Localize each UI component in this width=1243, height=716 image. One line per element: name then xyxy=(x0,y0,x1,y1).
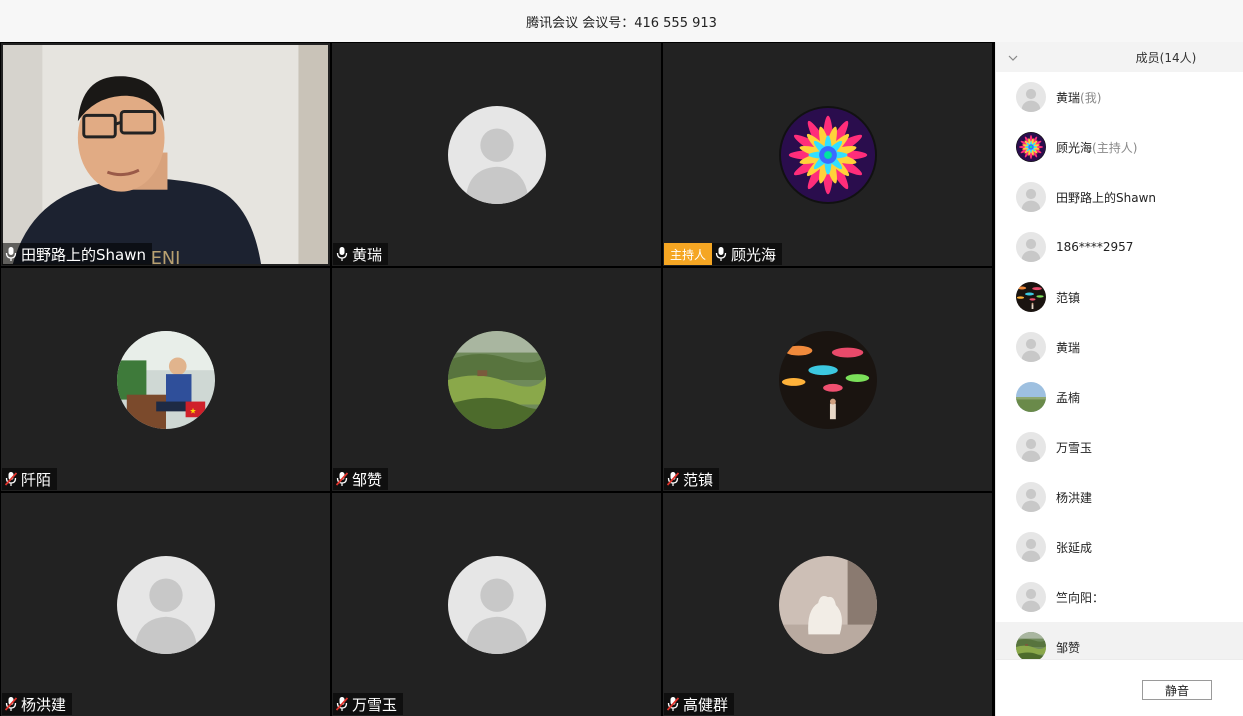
member-list-item[interactable]: 顾光海 (主持人) xyxy=(996,122,1243,172)
member-list: 黄瑞 (我) 顾光海 (主持人) 田野路上的Shawn 186****2957 范镇… xyxy=(996,72,1243,662)
participant-name: 阡陌 xyxy=(21,470,52,489)
landscape-avatar xyxy=(447,330,546,429)
members-panel-header[interactable]: 成员(14人) xyxy=(996,42,1243,72)
member-role-suffix: (我) xyxy=(1080,90,1102,105)
mic-muted-icon xyxy=(336,697,348,711)
svg-text:ENI: ENI xyxy=(151,249,181,264)
landscape-avatar xyxy=(1016,632,1046,662)
video-tile-fanzhen[interactable]: 范镇 xyxy=(663,268,992,491)
video-tile-wanxueyu[interactable]: 万雪玉 xyxy=(332,493,661,716)
member-list-item[interactable]: 田野路上的Shawn xyxy=(996,172,1243,222)
member-list-item[interactable]: 万雪玉 xyxy=(996,422,1243,472)
member-name: 竺向阳： xyxy=(1056,590,1105,605)
default-avatar-icon xyxy=(447,555,546,654)
video-tile-shawn[interactable]: ENI 田野路上的Shawn xyxy=(1,43,330,266)
members-panel-title: 成员(14人) xyxy=(1135,50,1197,65)
window-title-bar: 腾讯会议 会议号：416 555 913 xyxy=(0,0,1243,43)
participant-name: 高健群 xyxy=(683,695,729,714)
participant-name: 邹赞 xyxy=(352,470,383,489)
participant-name-tag: 万雪玉 xyxy=(333,693,404,715)
umbrella-avatar xyxy=(778,330,877,429)
default-avatar-icon xyxy=(1016,82,1046,112)
sculpture-avatar xyxy=(778,555,877,654)
member-role-suffix: (主持人) xyxy=(1092,140,1138,155)
mic-muted-icon xyxy=(336,472,348,486)
member-name: 黄瑞 xyxy=(1056,90,1081,105)
participant-name-tag: 顾光海 xyxy=(712,243,783,265)
member-list-item[interactable]: 范镇 xyxy=(996,272,1243,322)
member-list-item[interactable]: 186****2957 xyxy=(996,222,1243,272)
participant-name: 黄瑞 xyxy=(352,245,383,264)
member-list-item[interactable]: 竺向阳： xyxy=(996,572,1243,622)
chevron-down-icon[interactable] xyxy=(1008,51,1018,65)
mic-on-icon xyxy=(336,247,348,261)
default-avatar-icon xyxy=(1016,582,1046,612)
member-list-item[interactable]: 黄瑞 xyxy=(996,322,1243,372)
default-avatar-icon xyxy=(447,105,546,204)
landscape-avatar xyxy=(1016,382,1046,412)
participant-name: 万雪玉 xyxy=(352,695,398,714)
member-list-item[interactable]: 黄瑞 (我) xyxy=(996,72,1243,122)
member-name: 孟楠 xyxy=(1056,390,1081,405)
mic-muted-icon xyxy=(667,697,679,711)
member-list-item[interactable]: 杨洪建 xyxy=(996,472,1243,522)
participant-name-tag: 范镇 xyxy=(664,468,720,490)
default-avatar-icon xyxy=(1016,332,1046,362)
video-tile-huangrui[interactable]: 黄瑞 xyxy=(332,43,661,266)
participant-name-tag: 高健群 xyxy=(664,693,735,715)
video-tile-guguanghai[interactable]: 主持人 顾光海 xyxy=(663,43,992,266)
members-panel: 成员(14人) 黄瑞 (我) 顾光海 (主持人) 田野路上的Shawn 186***… xyxy=(995,42,1243,716)
mic-on-icon xyxy=(715,247,727,261)
participant-name-tag: 杨洪建 xyxy=(2,693,73,715)
mandala-avatar xyxy=(778,105,877,204)
participant-name-tag: 阡陌 xyxy=(2,468,58,490)
member-name: 张延成 xyxy=(1056,540,1093,555)
participant-name: 田野路上的Shawn xyxy=(21,245,146,264)
participant-name-tag: 邹赞 xyxy=(333,468,389,490)
mic-muted-icon xyxy=(667,472,679,486)
mic-muted-icon xyxy=(5,697,17,711)
participant-name-tag: 田野路上的Shawn xyxy=(2,243,152,265)
default-avatar-icon xyxy=(1016,482,1046,512)
member-name: 邹赞 xyxy=(1056,640,1081,655)
host-badge: 主持人 xyxy=(664,243,713,265)
participant-name-tag: 黄瑞 xyxy=(333,243,389,265)
member-list-item[interactable]: 邹赞 xyxy=(996,622,1243,662)
photo-avatar xyxy=(116,330,215,429)
mic-muted-icon xyxy=(5,472,17,486)
video-tile-zouzan[interactable]: 邹赞 xyxy=(332,268,661,491)
member-name: 186****2957 xyxy=(1056,240,1134,254)
default-avatar-icon xyxy=(1016,182,1046,212)
member-name: 万雪玉 xyxy=(1056,440,1093,455)
mic-on-icon xyxy=(5,247,17,261)
member-name: 顾光海 xyxy=(1056,140,1093,155)
default-avatar-icon xyxy=(116,555,215,654)
video-tile-gaojianqun[interactable]: 高健群 xyxy=(663,493,992,716)
video-grid: ENI 田野路上的Shawn 黄瑞 主持人 顾光海 阡陌 邹赞 范镇 杨洪建 万… xyxy=(0,42,995,716)
member-list-item[interactable]: 孟楠 xyxy=(996,372,1243,422)
member-list-item[interactable]: 张延成 xyxy=(996,522,1243,572)
participant-name: 范镇 xyxy=(683,470,714,489)
video-tile-qianmo[interactable]: 阡陌 xyxy=(1,268,330,491)
camera-feed: ENI xyxy=(3,45,328,264)
mandala-avatar xyxy=(1016,132,1046,162)
default-avatar-icon xyxy=(1016,232,1046,262)
member-name: 范镇 xyxy=(1056,290,1081,305)
mute-all-button[interactable]: 静音 xyxy=(1142,680,1212,700)
host-name-tag: 主持人 顾光海 xyxy=(664,243,783,265)
participant-name: 顾光海 xyxy=(731,245,777,264)
meeting-title: 腾讯会议 会议号：416 555 913 xyxy=(526,15,717,31)
umbrella-avatar xyxy=(1016,282,1046,312)
video-tile-yanghongjian[interactable]: 杨洪建 xyxy=(1,493,330,716)
member-name: 杨洪建 xyxy=(1056,490,1093,505)
default-avatar-icon xyxy=(1016,432,1046,462)
default-avatar-icon xyxy=(1016,532,1046,562)
member-name: 黄瑞 xyxy=(1056,340,1081,355)
participant-name: 杨洪建 xyxy=(21,695,67,714)
member-name: 田野路上的Shawn xyxy=(1056,190,1156,205)
members-panel-footer: 静音 xyxy=(996,659,1243,716)
